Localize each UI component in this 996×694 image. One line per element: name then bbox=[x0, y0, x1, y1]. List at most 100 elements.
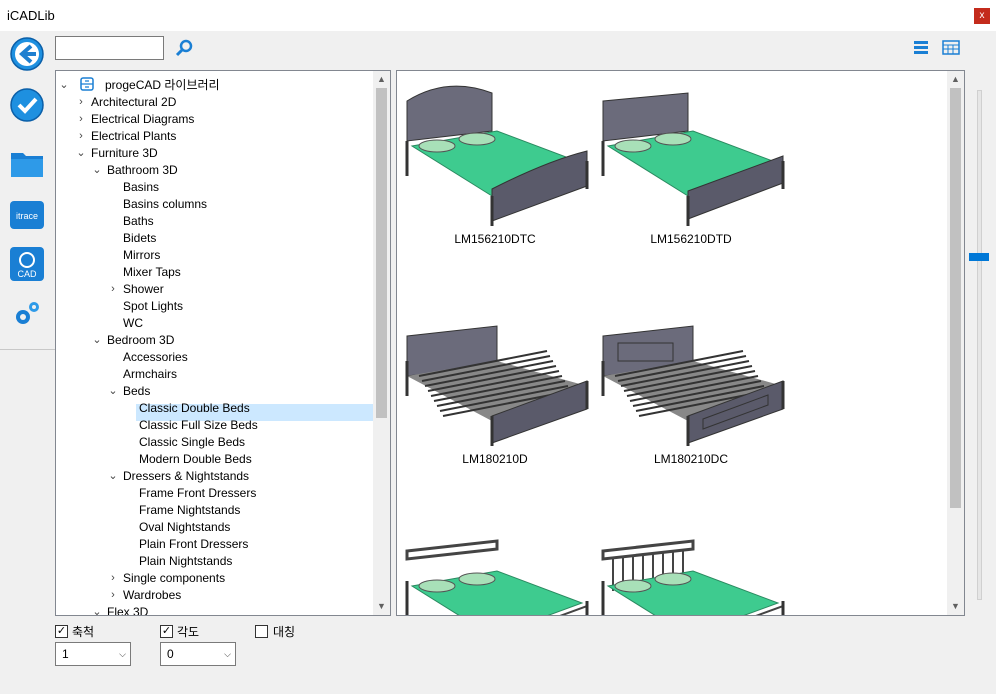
tree-item[interactable]: Oval Nightstands bbox=[139, 519, 230, 536]
grid-view-icon[interactable] bbox=[942, 40, 960, 56]
tree-item[interactable]: Beds bbox=[123, 383, 150, 400]
tree-item[interactable]: Wardrobes bbox=[123, 587, 181, 604]
chevron-down-icon[interactable]: ⌄ bbox=[59, 77, 69, 94]
scroll-up-icon[interactable]: ▲ bbox=[373, 71, 390, 88]
gallery-item[interactable]: LM156210DTC bbox=[397, 71, 593, 247]
scale-label: 축척 bbox=[72, 625, 95, 639]
back-icon[interactable] bbox=[9, 36, 45, 72]
tree-item[interactable]: Bidets bbox=[123, 230, 156, 247]
tree-item[interactable]: Single components bbox=[123, 570, 225, 587]
folder-icon[interactable] bbox=[9, 145, 45, 181]
bed-thumbnail bbox=[601, 92, 785, 226]
gallery-item[interactable] bbox=[593, 511, 789, 615]
chevron-right-icon[interactable]: › bbox=[108, 587, 118, 604]
angle-label: 각도 bbox=[177, 625, 200, 639]
tree-item[interactable]: Mixer Taps bbox=[123, 264, 181, 281]
tree-item[interactable]: Armchairs bbox=[123, 366, 177, 383]
chevron-down-icon[interactable]: ⌄ bbox=[92, 332, 102, 349]
close-button[interactable]: x bbox=[974, 8, 990, 24]
search-input[interactable] bbox=[55, 36, 164, 60]
gallery-item[interactable]: LM156210DTD bbox=[593, 71, 789, 247]
tree-item[interactable]: Basins columns bbox=[123, 196, 207, 213]
tree-item[interactable]: Classic Double Beds bbox=[139, 400, 250, 417]
angle-value: 0 bbox=[167, 647, 174, 661]
gallery-item[interactable]: LM180210D bbox=[397, 291, 593, 467]
gallery-caption: LM180210DC bbox=[653, 452, 729, 466]
tree-item[interactable]: Basins bbox=[123, 179, 159, 196]
cad-icon[interactable]: CAD bbox=[9, 246, 45, 282]
confirm-icon[interactable] bbox=[9, 87, 45, 123]
sidebar: itrace CAD bbox=[0, 31, 55, 350]
tree-item[interactable]: Bathroom 3D bbox=[107, 162, 178, 179]
gallery-caption: LM180210D bbox=[462, 452, 528, 466]
tree-item[interactable]: Plain Front Dressers bbox=[139, 536, 248, 553]
tree-item[interactable]: Architectural 2D bbox=[91, 94, 176, 111]
tree-item[interactable]: Electrical Diagrams bbox=[91, 111, 194, 128]
mirror-checkbox[interactable] bbox=[255, 625, 268, 638]
tree-item[interactable]: Baths bbox=[123, 213, 154, 230]
chevron-right-icon[interactable]: › bbox=[108, 281, 118, 298]
chevron-down-icon[interactable]: ⌄ bbox=[76, 145, 86, 162]
scale-select[interactable]: 1 ⌵ bbox=[55, 642, 131, 666]
thumbnail-size-slider[interactable] bbox=[977, 90, 982, 600]
title-bar: iCADLib x bbox=[0, 0, 996, 31]
tree-item[interactable]: WC bbox=[123, 315, 143, 332]
scroll-up-icon[interactable]: ▲ bbox=[947, 71, 964, 88]
slider-thumb[interactable] bbox=[969, 253, 989, 261]
check-icon: ✓ bbox=[56, 625, 67, 637]
scroll-down-icon[interactable]: ▼ bbox=[373, 598, 390, 615]
bed-thumbnail bbox=[405, 325, 589, 446]
scale-checkbox[interactable]: ✓ bbox=[55, 625, 68, 638]
tree-item[interactable]: Frame Nightstands bbox=[139, 502, 240, 519]
library-icon bbox=[80, 77, 94, 91]
library-tree[interactable]: ⌄ progeCAD 라이브러리 › Architectural 2D › Elect… bbox=[55, 70, 391, 616]
chevron-right-icon[interactable]: › bbox=[76, 128, 86, 145]
tree-item[interactable]: Classic Full Size Beds bbox=[139, 417, 258, 434]
list-view-icon[interactable] bbox=[912, 40, 930, 56]
chevron-down-icon[interactable]: ⌄ bbox=[92, 162, 102, 179]
gallery-item[interactable] bbox=[397, 511, 593, 615]
scroll-down-icon[interactable]: ▼ bbox=[947, 598, 964, 615]
gallery-caption: LM156210DTD bbox=[650, 232, 732, 246]
tree-item[interactable]: Spot Lights bbox=[123, 298, 183, 315]
tree-item[interactable]: Flex 3D bbox=[107, 604, 148, 615]
chevron-right-icon[interactable]: › bbox=[76, 94, 86, 111]
settings-icon[interactable] bbox=[9, 295, 45, 331]
chevron-right-icon[interactable]: › bbox=[108, 570, 118, 587]
gallery-item[interactable]: LM180210DC bbox=[593, 291, 789, 467]
tree-item[interactable]: Accessories bbox=[123, 349, 188, 366]
tree-item[interactable]: Frame Front Dressers bbox=[139, 485, 256, 502]
tree-item[interactable]: Classic Single Beds bbox=[139, 434, 245, 451]
chevron-right-icon[interactable]: › bbox=[76, 111, 86, 128]
bed-thumbnail bbox=[405, 85, 589, 226]
tree-item[interactable]: Electrical Plants bbox=[91, 128, 176, 145]
block-gallery[interactable]: LM156210DTC LM156210DTD LM180210D LM1802… bbox=[396, 70, 965, 616]
scrollbar-thumb[interactable] bbox=[950, 88, 961, 508]
mirror-label: 대칭 bbox=[273, 625, 296, 639]
chevron-down-icon[interactable]: ⌄ bbox=[108, 468, 118, 485]
chevron-down-icon[interactable]: ⌄ bbox=[92, 604, 102, 615]
tree-item[interactable]: Plain Nightstands bbox=[139, 553, 232, 570]
chevron-down-icon: ⌵ bbox=[224, 649, 231, 659]
tree-root-label[interactable]: progeCAD 라이브러리 bbox=[105, 77, 220, 94]
tree-item[interactable]: Bedroom 3D bbox=[107, 332, 174, 349]
gallery-scrollbar[interactable]: ▲ ▼ bbox=[947, 71, 964, 615]
scrollbar-thumb[interactable] bbox=[376, 88, 387, 418]
bed-thumbnail bbox=[405, 539, 589, 615]
gallery-caption: LM156210DTC bbox=[454, 232, 536, 246]
tree-scrollbar[interactable]: ▲ ▼ bbox=[373, 71, 390, 615]
angle-select[interactable]: 0 ⌵ bbox=[160, 642, 236, 666]
svg-text:CAD: CAD bbox=[17, 269, 37, 279]
check-icon: ✓ bbox=[161, 625, 172, 637]
tree-item[interactable]: Dressers & Nightstands bbox=[123, 468, 249, 485]
bed-thumbnail bbox=[601, 539, 785, 615]
tree-item[interactable]: Shower bbox=[123, 281, 164, 298]
tree-item[interactable]: Mirrors bbox=[123, 247, 160, 264]
tree-item[interactable]: Furniture 3D bbox=[91, 145, 158, 162]
angle-checkbox[interactable]: ✓ bbox=[160, 625, 173, 638]
itrace-icon[interactable]: itrace bbox=[9, 197, 45, 233]
chevron-down-icon[interactable]: ⌄ bbox=[108, 383, 118, 400]
window-title: iCADLib bbox=[7, 8, 55, 23]
search-icon[interactable] bbox=[174, 38, 194, 58]
tree-item[interactable]: Modern Double Beds bbox=[139, 451, 252, 468]
